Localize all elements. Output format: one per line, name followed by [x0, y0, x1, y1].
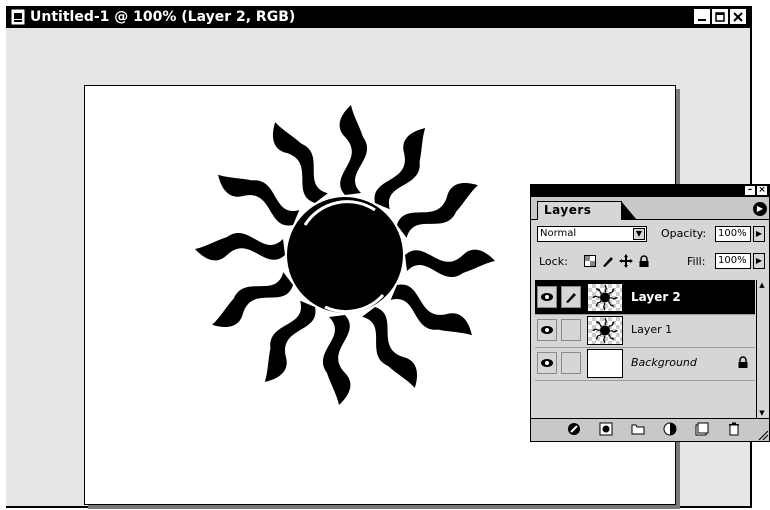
brush-icon [566, 293, 576, 303]
visibility-toggle[interactable] [537, 352, 557, 374]
layer-row-layer-1[interactable]: Layer 1 [535, 314, 755, 348]
photoshop-doc-icon [11, 9, 25, 25]
trash-icon[interactable] [727, 422, 741, 436]
layers-panel: – × Layers ▶ Normal ▼ Opacity: 100% ▶ Lo… [530, 184, 770, 442]
layer-name: Layer 2 [631, 290, 681, 304]
lock-row: Lock: Fill: 100% ▶ [537, 253, 767, 271]
window-controls [694, 9, 746, 24]
lock-transparency-icon[interactable] [583, 254, 597, 268]
lock-paint-icon[interactable] [601, 254, 615, 268]
scroll-down-arrow-icon[interactable]: ▼ [757, 408, 767, 418]
panel-minimize-button[interactable]: – [745, 186, 755, 195]
layer-thumbnail [587, 349, 623, 378]
close-button[interactable] [730, 9, 746, 24]
new-layer-icon[interactable] [695, 422, 709, 436]
layer-name: Background [631, 356, 697, 369]
maximize-icon [715, 11, 725, 22]
fill-slider-arrow[interactable]: ▶ [753, 253, 765, 269]
window-titlebar[interactable]: Untitled-1 @ 100% (Layer 2, RGB) [6, 6, 750, 28]
lock-all-icon[interactable] [637, 254, 651, 268]
layer-row-background[interactable]: Background [535, 347, 755, 381]
minimize-icon [698, 18, 706, 21]
resize-grip-icon[interactable] [757, 429, 769, 441]
new-set-icon[interactable] [631, 422, 645, 436]
close-icon [733, 11, 743, 22]
lock-move-icon[interactable] [619, 254, 633, 268]
lock-icons [583, 254, 651, 268]
opacity-slider-arrow[interactable]: ▶ [753, 226, 765, 242]
scroll-up-arrow-icon[interactable]: ▲ [757, 280, 767, 290]
layer-row-layer-2[interactable]: Layer 2 [535, 281, 755, 315]
fill-label: Fill: [687, 255, 706, 268]
layer-thumbnail [587, 283, 623, 312]
layer-list: Layer 2 Layer 1 Background [535, 280, 755, 419]
eye-icon [541, 359, 553, 367]
add-mask-icon[interactable] [599, 422, 613, 436]
visibility-toggle[interactable] [537, 319, 557, 341]
panel-tab-row: Layers ▶ [531, 197, 769, 220]
panel-close-button[interactable]: × [757, 186, 767, 195]
lock-icon [737, 356, 749, 372]
dropdown-arrow-icon[interactable]: ▼ [633, 228, 645, 240]
eye-icon [541, 293, 553, 301]
visibility-toggle[interactable] [537, 286, 557, 308]
panel-titlebar[interactable]: – × [531, 185, 769, 197]
blend-row: Normal ▼ Opacity: 100% ▶ [537, 226, 767, 244]
panel-bottom-bar [531, 418, 769, 441]
opacity-label: Opacity: [661, 227, 707, 240]
new-fill-layer-icon[interactable] [663, 422, 677, 436]
layer-thumbnail [587, 316, 623, 345]
window-title: Untitled-1 @ 100% (Layer 2, RGB) [30, 9, 296, 25]
bottom-icons [567, 422, 741, 436]
layer-name: Layer 1 [631, 323, 673, 336]
panel-menu-button[interactable]: ▶ [753, 202, 767, 216]
maximize-button[interactable] [712, 9, 728, 24]
layer-list-scrollbar[interactable]: ▲ ▼ [756, 280, 767, 418]
blend-mode-value: Normal [540, 228, 577, 239]
minimize-button[interactable] [694, 9, 710, 24]
link-toggle[interactable] [561, 352, 581, 374]
opacity-input[interactable]: 100% [715, 226, 751, 242]
fill-input[interactable]: 100% [715, 253, 751, 269]
lock-label: Lock: [539, 255, 568, 268]
tab-layers[interactable]: Layers [537, 201, 638, 220]
link-toggle[interactable] [561, 319, 581, 341]
blend-mode-select[interactable]: Normal ▼ [537, 226, 647, 242]
link-toggle[interactable] [561, 286, 581, 308]
eye-icon [541, 326, 553, 334]
add-style-icon[interactable] [567, 422, 581, 436]
sun-artwork[interactable] [185, 100, 505, 410]
